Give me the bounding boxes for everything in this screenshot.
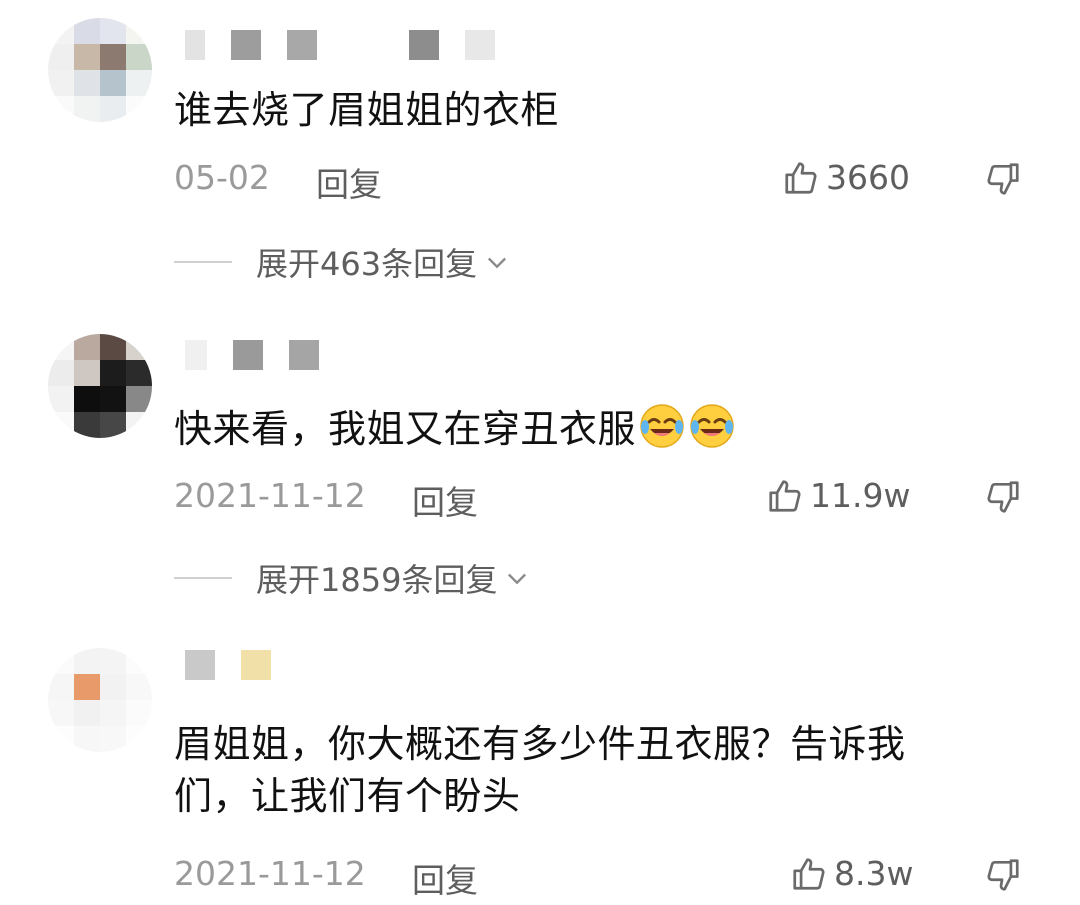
thumbs-down-icon[interactable] — [984, 160, 1022, 198]
thumbs-down-icon[interactable] — [984, 856, 1022, 894]
like-button[interactable]: 3660 — [782, 158, 910, 197]
comment-date: 05-02 — [174, 158, 270, 197]
comment-text-line: 们，让我们有个盼头 — [174, 774, 521, 818]
like-button[interactable]: 11.9w — [766, 476, 910, 515]
username-blurred[interactable] — [185, 340, 319, 370]
reply-button[interactable]: 回复 — [412, 476, 478, 524]
comment-meta: 2021-11-12 回复 11.9w — [174, 476, 1034, 522]
comment-text: 谁去烧了眉姐姐的衣柜 — [174, 88, 560, 132]
expand-replies-label: 展开1859条回复 — [256, 561, 498, 599]
chevron-down-icon — [488, 257, 507, 269]
like-count: 3660 — [826, 158, 910, 197]
like-count: 8.3w — [834, 854, 914, 893]
divider — [174, 577, 232, 579]
thumbs-up-icon — [769, 479, 801, 512]
laughing-crying-emoji — [640, 404, 684, 448]
expand-replies-button[interactable]: 展开463条回复 — [174, 242, 511, 283]
avatar[interactable] — [48, 18, 152, 122]
comment-meta: 05-02 回复 3660 — [174, 158, 1034, 204]
username-blurred[interactable] — [185, 30, 495, 60]
comment-meta: 2021-11-12 回复 8.3w — [174, 854, 1034, 900]
username-blurred[interactable] — [185, 650, 271, 680]
thumbs-down-icon[interactable] — [984, 478, 1022, 516]
comment-text-body: 快来看，我姐又在穿丑衣服 — [174, 407, 637, 451]
comment-text: 快来看，我姐又在穿丑衣服 — [174, 402, 1014, 455]
expand-replies-label: 展开463条回复 — [256, 245, 478, 283]
avatar[interactable] — [48, 334, 152, 438]
laughing-crying-emoji — [690, 404, 734, 448]
comment-date: 2021-11-12 — [174, 854, 366, 893]
chevron-down-icon — [508, 573, 527, 585]
comment-text-line: 眉姐姐，你大概还有多少件丑衣服？告诉我 — [174, 722, 906, 766]
expand-replies-button[interactable]: 展开1859条回复 — [174, 558, 531, 599]
thumbs-up-icon — [793, 857, 825, 890]
like-button[interactable]: 8.3w — [790, 854, 913, 893]
avatar[interactable] — [48, 648, 152, 752]
comment-date: 2021-11-12 — [174, 476, 366, 515]
thumbs-up-icon — [785, 161, 817, 194]
reply-button[interactable]: 回复 — [412, 854, 478, 902]
reply-button[interactable]: 回复 — [316, 158, 382, 206]
divider — [174, 261, 232, 263]
comment-text: 眉姐姐，你大概还有多少件丑衣服？告诉我 们，让我们有个盼头 — [174, 718, 1014, 822]
like-count: 11.9w — [810, 476, 911, 515]
